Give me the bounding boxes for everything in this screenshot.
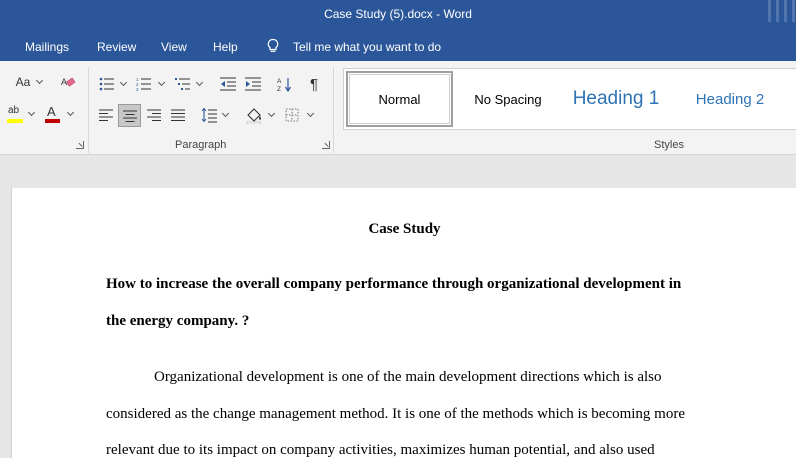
paragraph-group-label: Paragraph <box>175 139 227 151</box>
font-color-dropdown[interactable] <box>66 103 74 125</box>
paragraph-dialog-launcher-icon[interactable] <box>322 141 330 149</box>
tab-view[interactable]: View <box>161 40 187 54</box>
numbering-button[interactable]: 1 2 3 <box>133 73 155 95</box>
bullets-button[interactable] <box>96 73 118 95</box>
tab-mailings[interactable]: Mailings <box>25 40 69 54</box>
sort-az-icon: A Z <box>277 78 292 92</box>
styles-group-label: Styles <box>654 139 684 151</box>
highlight-dropdown[interactable] <box>27 103 35 125</box>
align-center-button[interactable] <box>118 104 141 127</box>
tab-help[interactable]: Help <box>213 40 238 54</box>
body-line-2: considered as the change management meth… <box>106 406 686 422</box>
change-case-label: Aa <box>15 75 31 89</box>
window-title: Case Study (5).docx - Word <box>324 7 472 21</box>
body-line-1: Organizational development is one of the… <box>154 369 662 385</box>
decrease-indent-button[interactable] <box>217 73 239 95</box>
style-no-spacing[interactable]: No Spacing <box>458 71 558 127</box>
svg-text:3: 3 <box>136 87 139 91</box>
document-canvas-background <box>0 155 796 188</box>
ribbon: Aa A ab A 1 2 3 A Z ¶ Paragraph Normal N… <box>0 61 796 155</box>
svg-text:A: A <box>277 78 282 85</box>
title-bar: Case Study (5).docx - Word <box>0 0 796 31</box>
tell-me-search[interactable]: Tell me what you want to do <box>293 40 441 54</box>
question-line-1: How to increase the overall company perf… <box>106 276 682 292</box>
tab-review[interactable]: Review <box>97 40 136 54</box>
shading-dropdown[interactable] <box>267 104 275 126</box>
change-case-dropdown[interactable] <box>35 71 43 93</box>
multilevel-list-button[interactable] <box>172 73 194 95</box>
svg-text:Z: Z <box>277 86 281 92</box>
multilevel-list-icon <box>175 78 190 90</box>
show-formatting-button[interactable]: ¶ <box>303 73 325 95</box>
style-heading-1[interactable]: Heading 1 <box>566 71 666 127</box>
font-color-icon: A <box>43 104 61 124</box>
font-dialog-launcher-icon[interactable] <box>76 141 84 149</box>
borders-dropdown[interactable] <box>306 104 314 126</box>
increase-indent-button[interactable] <box>242 73 264 95</box>
question-line-2: the energy company. ? <box>106 313 250 329</box>
pilcrow-icon: ¶ <box>309 75 319 93</box>
line-spacing-button[interactable] <box>198 104 220 126</box>
justify-icon <box>171 109 185 121</box>
body-line-3: relevant due to its impact on company ac… <box>106 442 655 458</box>
group-separator <box>333 67 334 153</box>
increase-indent-icon <box>245 77 261 91</box>
align-right-icon <box>147 109 161 121</box>
align-left-button[interactable] <box>95 104 117 126</box>
window-controls-edge <box>766 0 796 31</box>
paint-bucket-icon <box>246 108 261 124</box>
group-separator <box>88 67 89 153</box>
bullet-list-icon <box>99 77 114 91</box>
eraser-icon: A <box>61 77 76 87</box>
borders-button[interactable] <box>281 104 303 126</box>
numbered-list-icon: 1 2 3 <box>136 77 151 91</box>
bullets-dropdown[interactable] <box>119 73 127 95</box>
highlighter-icon: ab <box>6 104 24 124</box>
style-normal[interactable]: Normal <box>346 71 453 127</box>
multilevel-list-dropdown[interactable] <box>195 73 203 95</box>
ribbon-tab-bar: Mailings Review View Help Tell me what y… <box>0 31 796 61</box>
change-case-button[interactable]: Aa <box>12 71 34 93</box>
highlight-color-swatch <box>7 119 23 123</box>
document-title: Case Study <box>368 221 441 237</box>
font-color-button[interactable]: A <box>41 103 63 125</box>
shading-button[interactable] <box>243 104 265 126</box>
sort-button[interactable]: A Z <box>273 73 295 95</box>
document-page[interactable]: Case Study How to increase the overall c… <box>11 188 796 458</box>
highlight-label: ab <box>8 105 20 116</box>
line-spacing-icon <box>201 107 217 123</box>
justify-button[interactable] <box>167 104 189 126</box>
styles-gallery: Normal No Spacing Heading 1 Heading 2 <box>343 68 796 130</box>
align-right-button[interactable] <box>143 104 165 126</box>
numbering-dropdown[interactable] <box>157 73 165 95</box>
line-spacing-dropdown[interactable] <box>221 104 229 126</box>
borders-icon <box>285 108 299 122</box>
font-color-swatch <box>45 119 60 123</box>
text-highlight-button[interactable]: ab <box>4 103 26 125</box>
lightbulb-icon[interactable] <box>266 38 280 54</box>
font-color-letter: A <box>47 104 56 119</box>
clear-formatting-button[interactable]: A <box>57 71 79 93</box>
style-heading-2[interactable]: Heading 2 <box>680 71 780 127</box>
align-center-icon <box>122 110 137 122</box>
align-left-icon <box>99 109 113 121</box>
decrease-indent-icon <box>220 77 236 91</box>
